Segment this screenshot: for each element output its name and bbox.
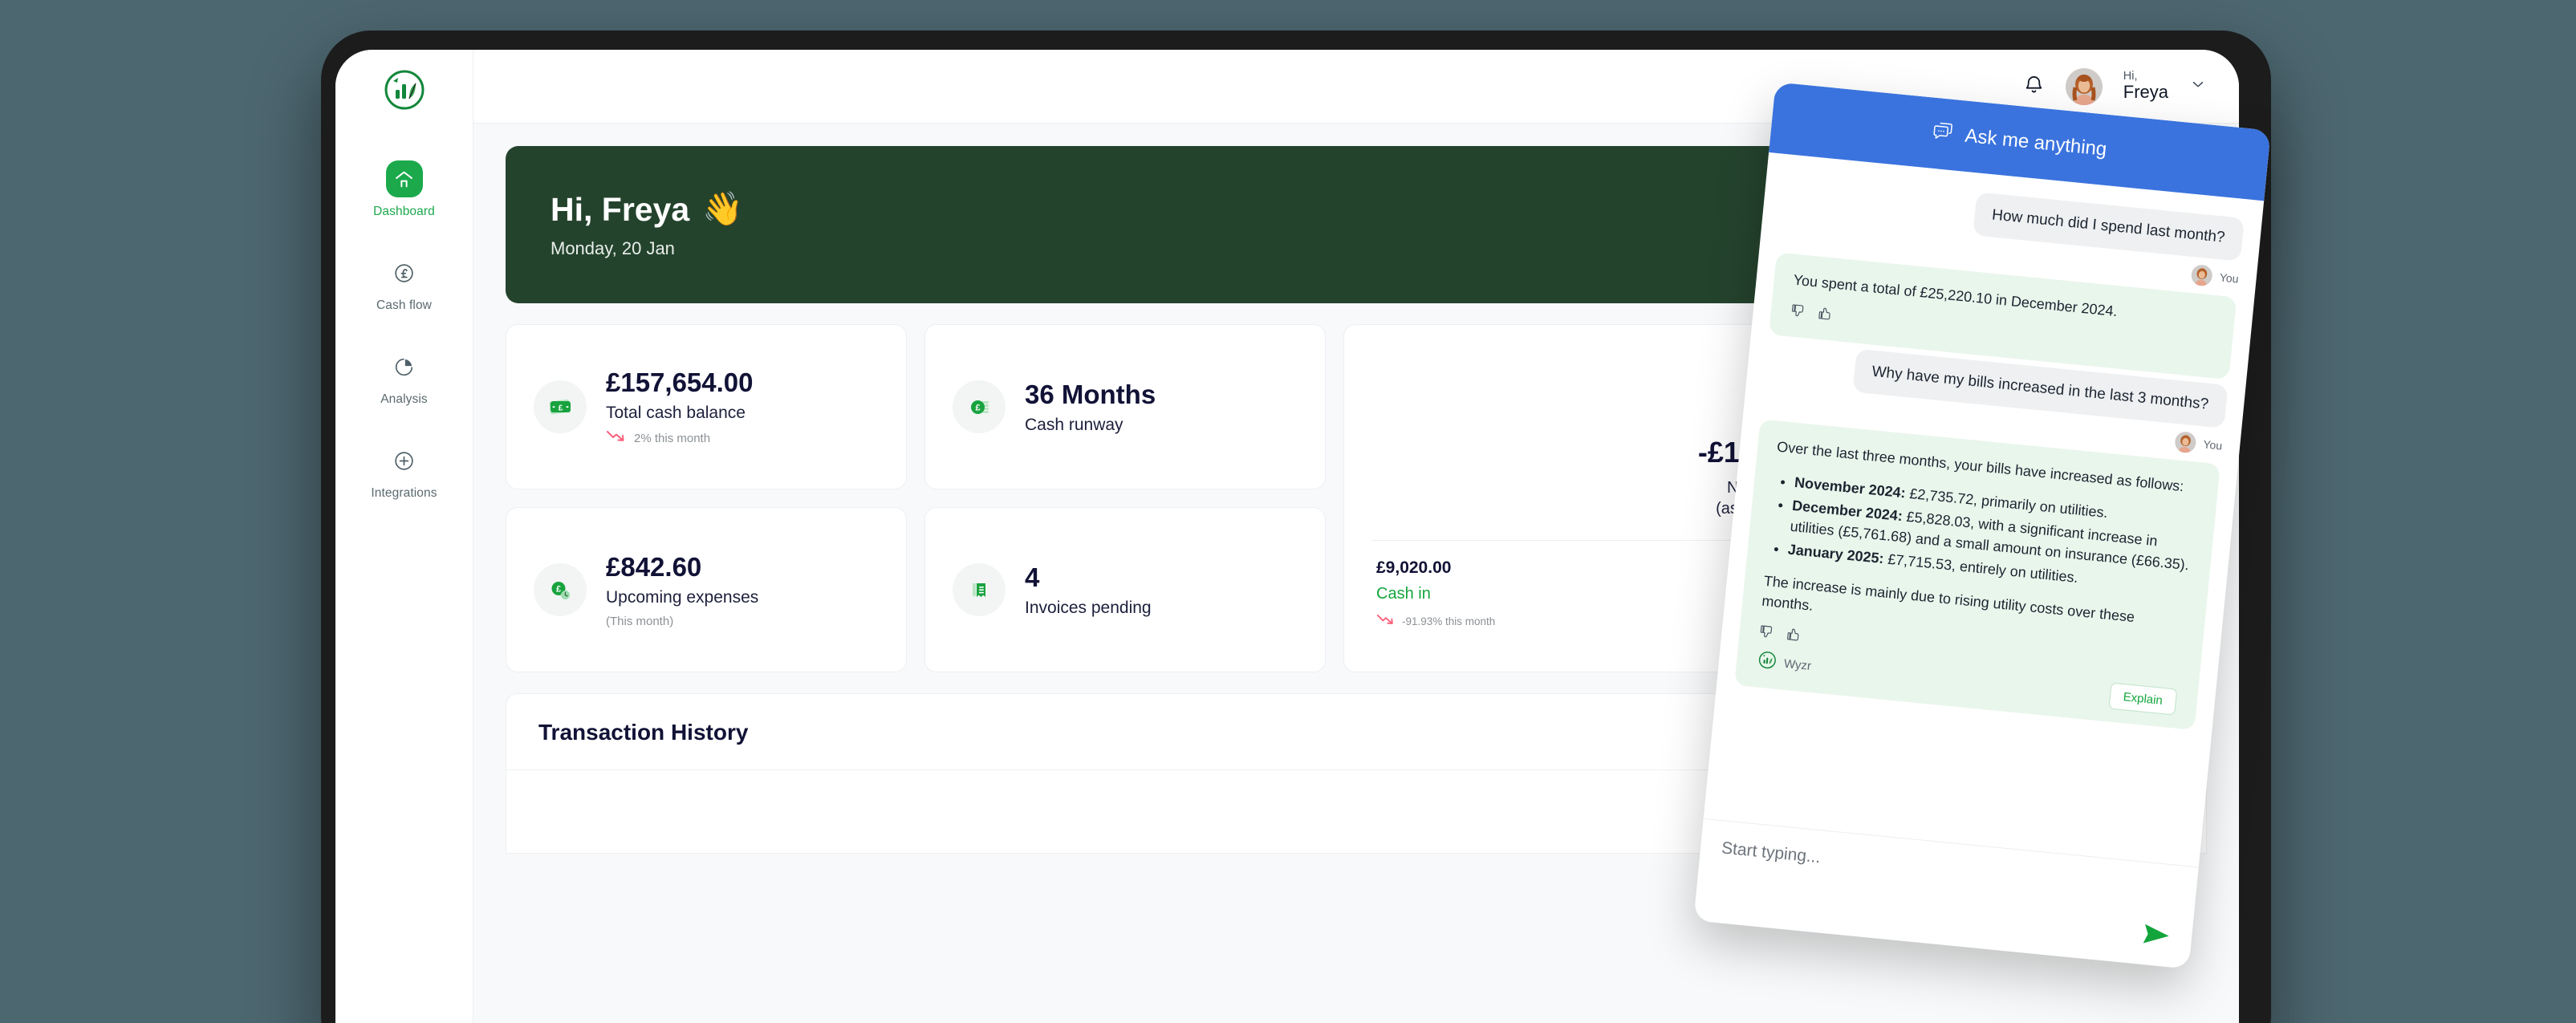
sidebar-item-analysis[interactable]: Analysis: [335, 348, 473, 407]
sidebar-item-label: Analysis: [380, 392, 428, 406]
chat-header-title: Ask me anything: [1964, 124, 2108, 160]
trend-down-icon: [606, 430, 627, 446]
chevron-down-icon[interactable]: [2189, 75, 2207, 97]
thumbs-up-icon[interactable]: [1785, 626, 1803, 649]
stat-sub-text: (This month): [606, 614, 674, 628]
chat-message-bot: Over the last three months, your bills h…: [1734, 419, 2220, 731]
chat-bubbles-icon: [1932, 120, 1955, 147]
thumbs-down-icon[interactable]: [1789, 302, 1807, 325]
avatar: [2065, 67, 2103, 105]
stat-card-cash-runway[interactable]: £ 36 Months Cash runway: [924, 324, 1326, 489]
cash-in-column: £9,020.00 Cash in -91.93% this month: [1371, 558, 1775, 628]
stat-label: Total cash balance: [606, 404, 746, 422]
explain-button[interactable]: Explain: [2108, 683, 2178, 717]
chat-bubble-user: How much did I spend last month?: [1972, 192, 2245, 262]
banknote-pound-icon: £: [534, 380, 587, 433]
send-arrow-icon[interactable]: [2141, 921, 2172, 951]
stats-row-2: £ £842.60 Upcoming expenses (This month): [506, 507, 1326, 672]
pound-circle-icon: [386, 254, 423, 291]
stat-card-upcoming-expenses[interactable]: £ £842.60 Upcoming expenses (This month): [506, 507, 907, 672]
cash-in-label: Cash in: [1376, 585, 1431, 603]
sidebar-item-label: Integrations: [371, 486, 437, 500]
stat-label: Invoices pending: [1025, 598, 1152, 617]
sidebar-item-label: Cash flow: [376, 298, 432, 312]
wave-emoji-icon: 👋: [702, 190, 744, 227]
coin-stack-pound-icon: £: [953, 380, 1006, 433]
wyzr-logo-small: [1757, 649, 1778, 675]
user-name: Freya: [2123, 82, 2168, 103]
wyzr-logo[interactable]: [382, 67, 427, 112]
chat-you-label: You: [2219, 270, 2240, 286]
invoice-receipt-icon: [953, 563, 1006, 616]
stats-grid: £ £157,654.00 Total cash balance 2% this…: [506, 324, 1326, 672]
hero-date: Monday, 20 Jan: [551, 238, 675, 258]
sidebar-item-label: Dashboard: [373, 205, 435, 218]
stats-row-1: £ £157,654.00 Total cash balance 2% this…: [506, 324, 1326, 489]
chat-bot-name: Wyzr: [1783, 657, 1812, 674]
user-menu[interactable]: Hi, Freya: [2065, 67, 2207, 105]
hero-greeting: Hi, Freya 👋: [551, 190, 743, 229]
stat-label: Upcoming expenses: [606, 587, 759, 607]
stat-sub: (This month): [606, 615, 758, 628]
sidebar-item-cash-flow[interactable]: Cash flow: [335, 254, 473, 313]
chat-you-label: You: [2202, 437, 2223, 453]
trend-down-icon: [1376, 614, 1396, 628]
bullet-term: November 2024:: [1794, 473, 1907, 501]
stat-value: £842.60: [606, 551, 702, 582]
chat-widget: Ask me anything How much did I spend las…: [1693, 82, 2271, 969]
stat-label: Cash runway: [1025, 415, 1123, 434]
stat-sub: 2% this month: [606, 430, 754, 446]
avatar: [2190, 264, 2214, 287]
svg-text:£: £: [975, 404, 980, 413]
chat-message-meta: You: [2174, 431, 2223, 457]
sidebar-item-integrations[interactable]: Integrations: [335, 442, 473, 501]
home-icon: [385, 160, 423, 197]
stat-value: £157,654.00: [606, 367, 754, 397]
hero-text: Hi, Freya 👋 Monday, 20 Jan: [551, 190, 743, 259]
avatar: [2174, 431, 2197, 454]
thumbs-up-icon[interactable]: [1816, 304, 1834, 327]
stat-card-invoices-pending[interactable]: 4 Invoices pending: [924, 507, 1326, 672]
svg-text:£: £: [559, 404, 563, 413]
stat-sub-text: 2% this month: [634, 431, 711, 445]
hero-greeting-text: Hi, Freya: [551, 190, 690, 228]
cash-in-delta-text: -91.93% this month: [1402, 615, 1496, 627]
sidebar-item-dashboard[interactable]: Dashboard: [335, 160, 473, 219]
pie-chart-icon: [386, 348, 423, 385]
bell-icon[interactable]: [2023, 74, 2045, 99]
sidebar: Dashboard Cash flow Analysis Integration…: [335, 50, 473, 1023]
greeting-prefix: Hi,: [2123, 70, 2138, 83]
cash-in-amount: £9,020.00: [1376, 558, 1452, 577]
chat-message-meta: You: [2190, 264, 2240, 290]
cash-in-delta: -91.93% this month: [1376, 614, 1775, 628]
stat-value: 36 Months: [1025, 379, 1156, 409]
stat-value: 4: [1025, 562, 1040, 592]
svg-text:£: £: [556, 585, 561, 595]
chat-bot-brand: Wyzr: [1757, 649, 1813, 679]
stat-card-total-cash-balance[interactable]: £ £157,654.00 Total cash balance 2% this…: [506, 324, 907, 489]
thumbs-down-icon[interactable]: [1757, 623, 1776, 646]
chat-message-list[interactable]: How much did I spend last month? You You…: [1704, 152, 2264, 867]
coin-clock-icon: £: [534, 563, 587, 616]
chat-bubble-bot: Over the last three months, your bills h…: [1734, 419, 2220, 731]
plus-circle-icon: [386, 442, 423, 479]
bullet-term: January 2025:: [1786, 541, 1885, 567]
